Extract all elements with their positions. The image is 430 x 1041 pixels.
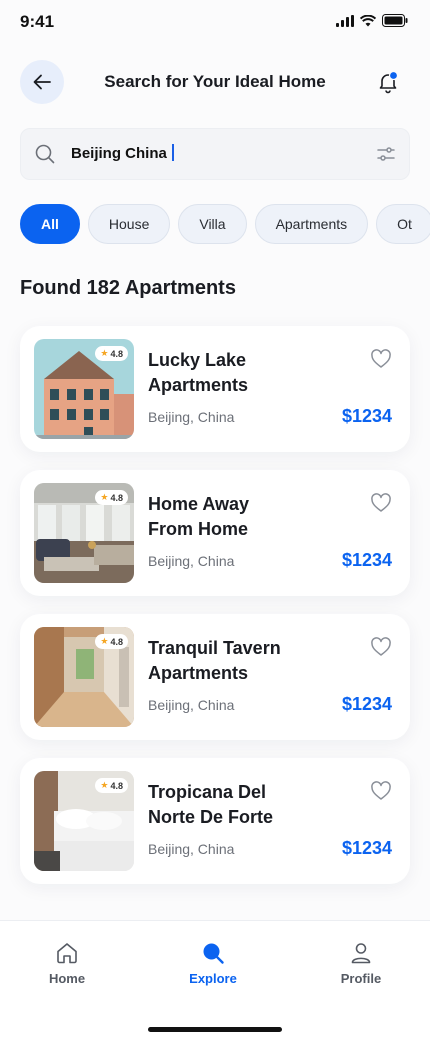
listing-location: Beijing, China (148, 409, 235, 425)
home-indicator (148, 1027, 282, 1032)
search-bar[interactable]: Beijing China (20, 128, 410, 180)
page-title: Search for Your Ideal Home (104, 72, 326, 91)
rating-value: 4.8 (110, 636, 123, 647)
chip-all[interactable]: All (20, 204, 80, 244)
listing-title-line: Apartments (148, 663, 249, 683)
wifi-icon (360, 14, 376, 26)
battery-icon (382, 14, 408, 27)
listing-title-line: Apartments (148, 375, 249, 395)
listing-price: $1234 (341, 838, 392, 858)
nav-profile-label: Profile (340, 971, 382, 986)
rating-value: 4.8 (110, 780, 123, 791)
explore-icon (203, 943, 224, 964)
listing-title-line: Tropicana Del (148, 782, 267, 802)
listing-card[interactable]: ★ 4.8 Lucky Lake Apartments Beijing, Chin… (20, 326, 410, 452)
category-chips: All House Villa Apartments Ot (20, 204, 430, 246)
search-input-value: Beijing China (71, 145, 167, 162)
listing-location: Beijing, China (148, 697, 235, 713)
listing-location: Beijing, China (148, 553, 235, 569)
listing-card[interactable]: ★ 4.8 Home Away From Home Beijing, China … (20, 470, 410, 596)
bottom-nav: Home Explore Profile (0, 920, 430, 1041)
listing-title: Tropicana Del Norte De Forte (148, 780, 338, 830)
heart-icon[interactable] (370, 492, 392, 514)
chip-house[interactable]: House (87, 204, 171, 244)
chip-villa[interactable]: Villa (178, 204, 247, 244)
listing-title-line: Lucky Lake (148, 350, 247, 370)
nav-explore[interactable]: Explore (163, 941, 263, 986)
listing-title: Home Away From Home (148, 492, 338, 542)
header: Search for Your Ideal Home (0, 60, 430, 104)
chip-apartments[interactable]: Apartments (254, 204, 369, 244)
listing-price: $1234 (341, 550, 392, 570)
listing-photo: ★ 4.8 (34, 483, 134, 583)
status-time: 9:41 (20, 12, 55, 31)
signal-icon (336, 14, 354, 27)
listing-title-line: From Home (148, 519, 249, 539)
star-icon: ★ (100, 780, 109, 790)
star-icon: ★ (100, 492, 109, 502)
status-bar: 9:41 (0, 0, 430, 44)
listing-title: Lucky Lake Apartments (148, 348, 338, 398)
rating-badge: ★ 4.8 (95, 778, 128, 793)
listing-title-line: Norte De Forte (148, 807, 274, 827)
rating-badge: ★ 4.8 (95, 346, 128, 361)
listing-price: $1234 (341, 406, 392, 426)
text-caret (171, 144, 174, 161)
bell-icon (379, 70, 399, 94)
listing-card[interactable]: ★ 4.8 Tranquil Tavern Apartments Beijing,… (20, 614, 410, 740)
heart-icon[interactable] (370, 636, 392, 658)
listing-price: $1234 (341, 694, 392, 714)
rating-value: 4.8 (110, 492, 123, 503)
listing-title: Tranquil Tavern Apartments (148, 636, 338, 686)
listing-photo: ★ 4.8 (34, 771, 134, 871)
search-icon (35, 144, 55, 164)
rating-value: 4.8 (110, 348, 123, 359)
listing-location: Beijing, China (148, 841, 235, 857)
status-icons (336, 14, 408, 27)
notifications-button[interactable] (376, 70, 400, 94)
listing-photo: ★ 4.8 (34, 627, 134, 727)
nav-home[interactable]: Home (17, 941, 117, 986)
rating-badge: ★ 4.8 (95, 490, 128, 505)
nav-home-label: Home (48, 971, 86, 986)
profile-icon (351, 943, 371, 964)
listing-card[interactable]: ★ 4.8 Tropicana Del Norte De Forte Beijin… (20, 758, 410, 884)
nav-profile[interactable]: Profile (311, 941, 411, 986)
heart-icon[interactable] (370, 780, 392, 802)
listing-photo: ★ 4.8 (34, 339, 134, 439)
listing-title-line: Home Away (148, 494, 250, 514)
listing-title-line: Tranquil Tavern (148, 638, 281, 658)
search-input[interactable]: Beijing China (71, 144, 331, 162)
nav-explore-label: Explore (189, 971, 237, 986)
filter-icon[interactable] (377, 146, 395, 162)
home-icon (57, 943, 77, 964)
rating-badge: ★ 4.8 (95, 634, 128, 649)
chip-other[interactable]: Ot (376, 204, 430, 244)
results-count: Found 182 Apartments (20, 277, 236, 299)
star-icon: ★ (100, 348, 109, 358)
star-icon: ★ (100, 636, 109, 646)
heart-icon[interactable] (370, 348, 392, 370)
